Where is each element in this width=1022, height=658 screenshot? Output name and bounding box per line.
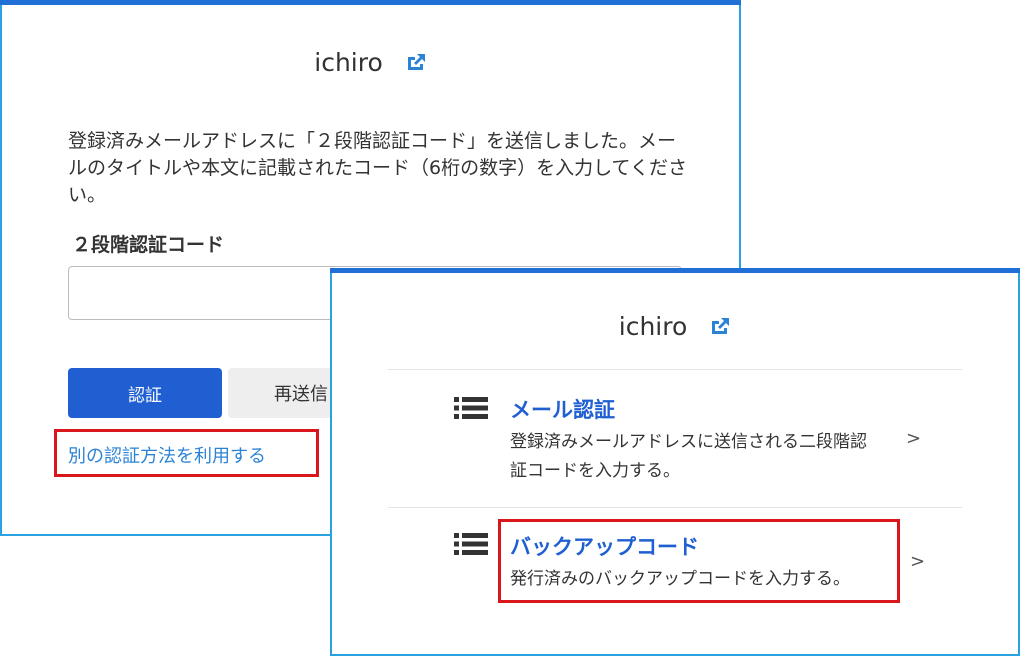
account-title: ichiro — [2, 46, 739, 77]
external-link-icon[interactable] — [405, 52, 427, 72]
verify-button[interactable]: 認証 — [68, 368, 222, 418]
code-field-label: ２段階認証コード — [72, 234, 225, 256]
method-select-panel — [330, 268, 1020, 656]
instruction-text: 登録済みメールアドレスに「２段階認証コード」を送信しました。メールのタイトルや本… — [68, 130, 687, 206]
username: ichiro — [314, 47, 383, 77]
highlight-box-alt-link — [54, 429, 319, 477]
